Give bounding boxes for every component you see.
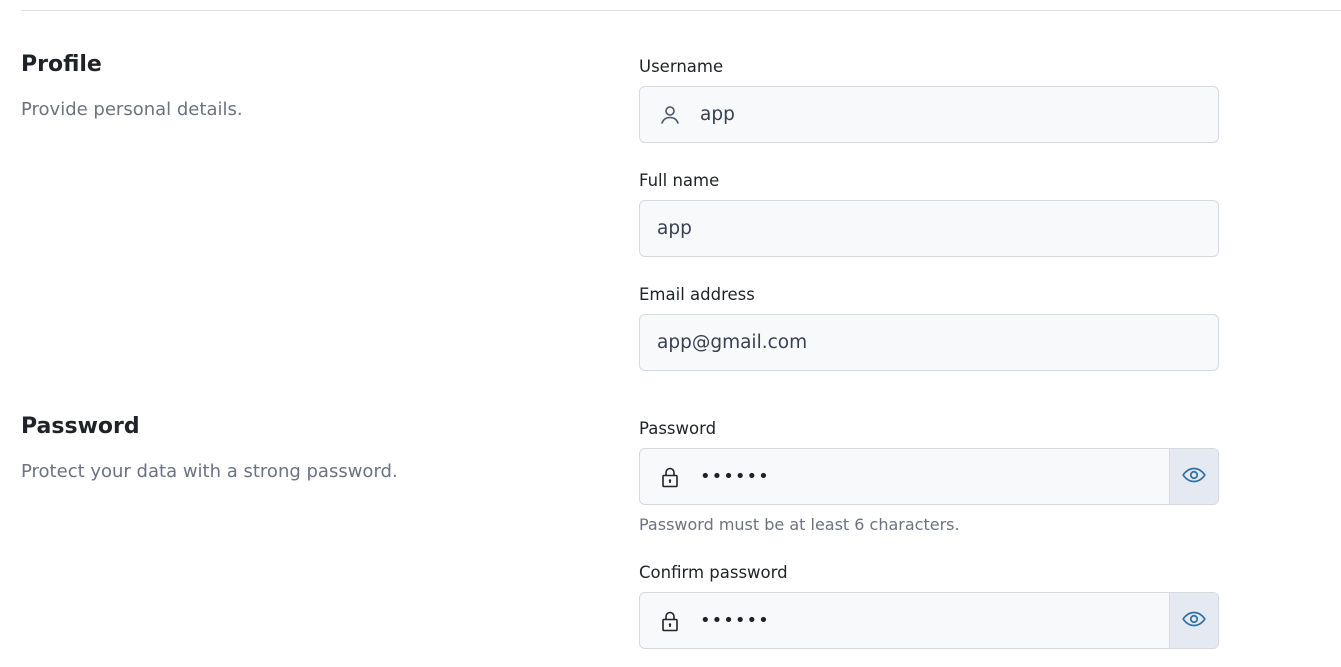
username-label: Username — [639, 57, 724, 76]
username-field — [639, 86, 1219, 143]
password-visibility-toggle[interactable] — [1169, 449, 1218, 504]
eye-icon — [1181, 462, 1207, 492]
email-input[interactable] — [640, 315, 1218, 370]
password-section-description: Protect your data with a strong password… — [21, 461, 398, 482]
password-input[interactable] — [700, 449, 1169, 504]
settings-page: Profile Provide personal details. Userna… — [0, 0, 1341, 667]
password-field — [639, 448, 1219, 505]
confirm-password-visibility-toggle[interactable] — [1169, 593, 1218, 648]
full-name-input[interactable] — [640, 201, 1218, 256]
lock-icon — [658, 609, 682, 633]
password-section-title: Password — [21, 414, 140, 439]
eye-icon — [1181, 606, 1207, 636]
full-name-field — [639, 200, 1219, 257]
lock-icon — [658, 465, 682, 489]
username-input[interactable] — [700, 87, 1218, 142]
profile-section-description: Provide personal details. — [21, 99, 243, 120]
full-name-label: Full name — [639, 171, 720, 190]
confirm-password-label: Confirm password — [639, 563, 788, 582]
email-label: Email address — [639, 285, 755, 304]
user-icon — [658, 103, 682, 127]
confirm-password-input[interactable] — [700, 593, 1169, 648]
confirm-password-field — [639, 592, 1219, 649]
password-label: Password — [639, 419, 717, 438]
profile-section-title: Profile — [21, 52, 102, 77]
password-hint: Password must be at least 6 characters. — [639, 515, 960, 534]
top-divider — [21, 10, 1341, 11]
email-field — [639, 314, 1219, 371]
